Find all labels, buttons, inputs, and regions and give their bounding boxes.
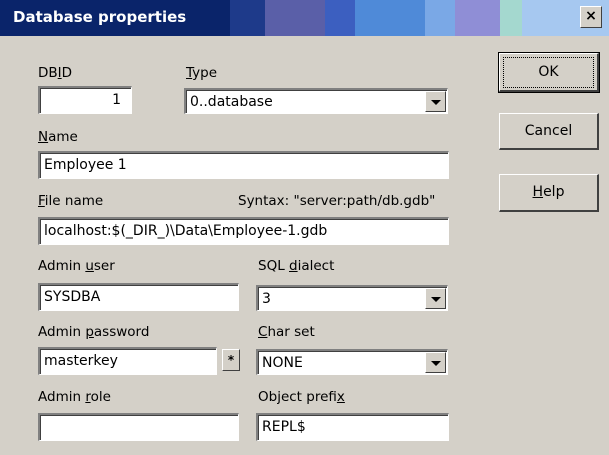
admin-role-label: Admin role [38, 389, 111, 405]
help-button-label: elp [543, 184, 565, 200]
admin-user-label: Admin user [38, 258, 115, 274]
object-prefix-label: Object prefix [258, 389, 345, 405]
chevron-down-icon[interactable] [425, 288, 446, 309]
window-title: Database properties [13, 8, 187, 26]
file-name-field[interactable]: localhost:$(_DIR_)\Data\Employee-1.gdb [38, 217, 449, 245]
syntax-hint: Syntax: "server:path/db.gdb" [238, 193, 436, 209]
show-password-button[interactable]: * [222, 349, 240, 371]
ok-button[interactable]: OK [498, 52, 600, 93]
chevron-down-icon[interactable] [425, 352, 446, 373]
type-label: Type [186, 65, 218, 81]
char-set-combo[interactable]: NONE [256, 349, 448, 375]
cancel-button[interactable]: Cancel [499, 113, 599, 150]
file-name-label: File name [38, 193, 104, 209]
admin-role-field[interactable] [38, 413, 239, 441]
name-field[interactable]: Employee 1 [38, 151, 449, 179]
title-bar[interactable]: Database properties × [0, 0, 609, 36]
ok-button-label: OK [503, 57, 594, 88]
title-gradient-segment [500, 0, 522, 36]
admin-user-field[interactable]: SYSDBA [38, 283, 239, 311]
name-label: Name [38, 129, 78, 145]
help-button-mnemonic: H [532, 184, 544, 200]
title-gradient-segment [230, 0, 265, 36]
title-gradient-segment [425, 0, 455, 36]
object-prefix-field[interactable]: REPL$ [256, 413, 449, 441]
close-icon[interactable]: × [580, 6, 602, 28]
dbid-label: DBID [38, 65, 73, 81]
sql-dialect-label: SQL dialect [258, 258, 335, 274]
title-gradient-segment [265, 0, 325, 36]
title-gradient-segment [325, 0, 355, 36]
type-value: 0..database [190, 94, 273, 110]
cancel-button-label: Cancel [524, 123, 573, 139]
title-gradient-segment [355, 0, 425, 36]
title-gradient-segment [455, 0, 500, 36]
sql-dialect-value: 3 [262, 291, 271, 307]
sql-dialect-combo[interactable]: 3 [256, 285, 448, 311]
dbid-field[interactable]: 1 [38, 86, 132, 114]
help-button[interactable]: Help [499, 174, 599, 212]
char-set-value: NONE [262, 355, 303, 371]
admin-password-field[interactable]: masterkey [38, 347, 217, 375]
type-combo[interactable]: 0..database [184, 88, 448, 114]
admin-password-label: Admin password [38, 324, 150, 340]
char-set-label: Char set [258, 324, 315, 340]
chevron-down-icon[interactable] [425, 91, 446, 112]
